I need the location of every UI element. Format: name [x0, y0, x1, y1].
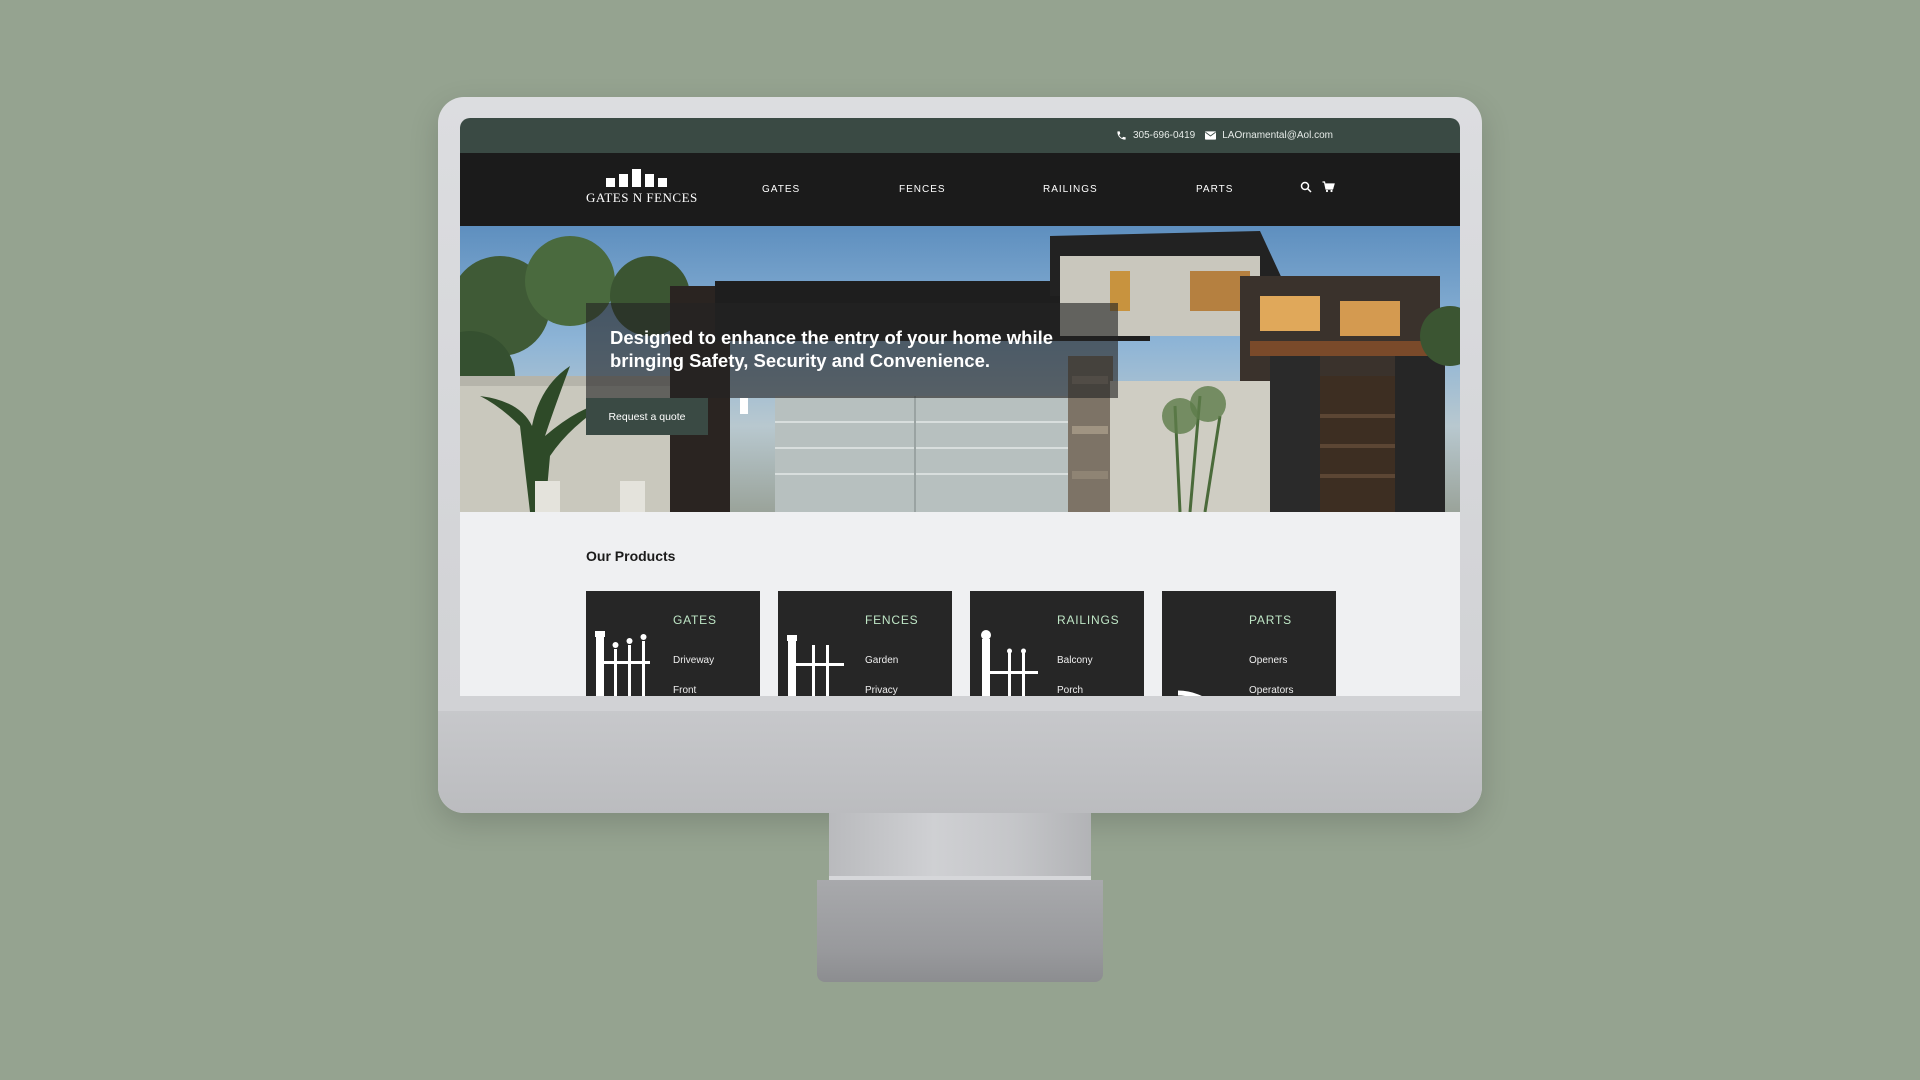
phone-icon	[1117, 131, 1126, 140]
contact-bar: 305-696-0419 LAOrnamental@Aol.com	[460, 118, 1460, 153]
card-title-parts: PARTS	[1249, 613, 1292, 627]
remote-signal-icon	[1177, 690, 1202, 696]
logo-text: GATES N FENCES	[586, 190, 698, 205]
monitor-chin	[438, 711, 1482, 813]
email-address[interactable]: LAOrnamental@Aol.com	[1222, 130, 1333, 141]
request-quote-button[interactable]: Request a quote	[586, 398, 708, 435]
product-card-gates[interactable]: GATES Driveway Front	[586, 591, 760, 696]
card-link-balcony[interactable]: Balcony	[1057, 655, 1093, 666]
card-link-openers[interactable]: Openers	[1249, 655, 1287, 666]
monitor-stand-base	[817, 880, 1103, 982]
product-card-fences[interactable]: FENCES Garden Privacy	[778, 591, 952, 696]
card-title-fences: FENCES	[865, 613, 919, 627]
logo-mark	[606, 169, 696, 187]
card-link-porch[interactable]: Porch	[1057, 685, 1083, 696]
railing-icon	[981, 630, 1038, 696]
email-contact[interactable]: LAOrnamental@Aol.com	[1205, 130, 1333, 141]
fence-icon	[787, 635, 844, 696]
card-title-gates: GATES	[673, 613, 717, 627]
envelope-icon	[1205, 131, 1217, 140]
phone-contact[interactable]: 305-696-0419	[1116, 130, 1195, 141]
card-link-front[interactable]: Front	[673, 685, 696, 696]
gate-icon	[595, 631, 650, 696]
hero-banner: Designed to enhance the entry of your ho…	[460, 226, 1460, 512]
search-icon[interactable]	[1300, 181, 1312, 193]
nav-icons	[1300, 181, 1335, 193]
nav-fences[interactable]: FENCES	[899, 153, 946, 226]
phone-number[interactable]: 305-696-0419	[1133, 130, 1195, 141]
main-navbar: GATES N FENCES GATES FENCES RAILINGS PAR…	[460, 153, 1460, 226]
card-link-garden[interactable]: Garden	[865, 655, 898, 666]
cart-icon[interactable]	[1322, 181, 1335, 193]
products-heading: Our Products	[586, 548, 676, 564]
card-link-operators[interactable]: Operators	[1249, 685, 1293, 696]
hero-headline: Designed to enhance the entry of your ho…	[610, 327, 1054, 371]
site-logo[interactable]: GATES N FENCES	[586, 169, 698, 211]
nav-railings[interactable]: RAILINGS	[1043, 153, 1098, 226]
card-link-driveway[interactable]: Driveway	[673, 655, 714, 666]
website-screen: 305-696-0419 LAOrnamental@Aol.com GATES …	[460, 118, 1460, 696]
monitor-stand-neck	[829, 813, 1091, 883]
nav-gates[interactable]: GATES	[762, 153, 800, 226]
product-card-railings[interactable]: RAILINGS Balcony Porch	[970, 591, 1144, 696]
products-section: Our Products GATES Driveway Front FENCES…	[460, 512, 1460, 696]
product-card-parts[interactable]: PARTS Openers Operators	[1162, 591, 1336, 696]
card-link-privacy[interactable]: Privacy	[865, 685, 898, 696]
nav-parts[interactable]: PARTS	[1196, 153, 1233, 226]
card-title-railings: RAILINGS	[1057, 613, 1120, 627]
